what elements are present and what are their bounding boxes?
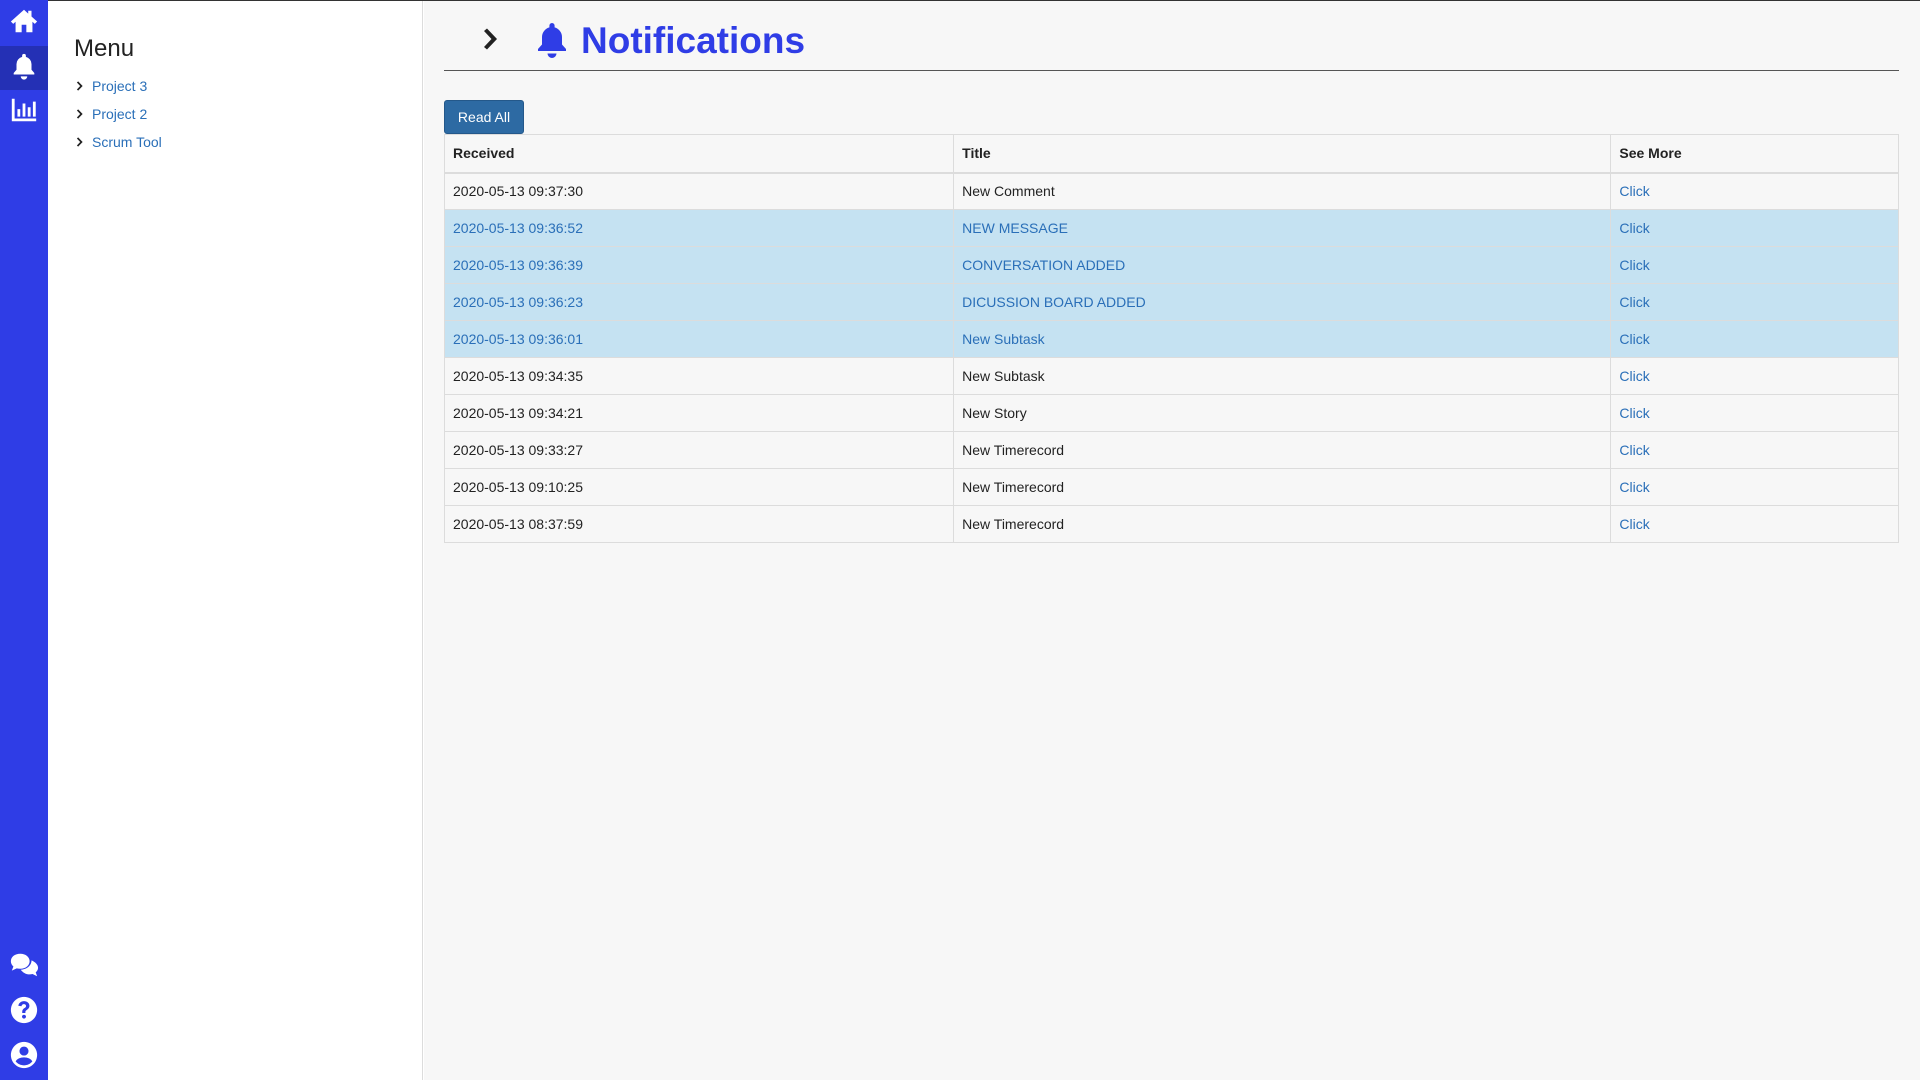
- see-more-link[interactable]: Click: [1610, 431, 1899, 469]
- table-header-row: Received Title See More: [443, 134, 1899, 174]
- help-icon: [9, 995, 39, 1030]
- received-cell: 2020-05-13 09:37:30: [443, 172, 955, 210]
- page-header: Notifications: [444, 1, 1899, 71]
- read-all-button[interactable]: Read All: [444, 100, 524, 134]
- table-row[interactable]: 2020-05-13 09:37:30 New Comment Click: [443, 172, 1899, 210]
- rail-home-button[interactable]: [0, 1, 48, 45]
- main-content: Notifications Read All Received Title Se…: [424, 1, 1920, 1080]
- chat-icon: [9, 950, 39, 985]
- rail-reports-button[interactable]: [0, 90, 48, 134]
- chevron-right-icon: [72, 107, 86, 121]
- bell-icon: [9, 51, 39, 86]
- received-cell: 2020-05-13 09:36:39: [443, 246, 955, 284]
- table-row[interactable]: 2020-05-13 09:36:01 New Subtask Click: [443, 320, 1899, 358]
- title-cell: New Timerecord: [953, 468, 1612, 506]
- received-cell: 2020-05-13 09:34:21: [443, 394, 955, 432]
- menu-item-scrum-tool[interactable]: Scrum Tool: [72, 131, 162, 153]
- table-row[interactable]: 2020-05-13 09:33:27 New Timerecord Click: [443, 431, 1899, 469]
- title-cell: New Story: [953, 394, 1612, 432]
- icon-rail: [0, 0, 48, 1080]
- see-more-link[interactable]: Click: [1610, 505, 1899, 543]
- received-cell: 2020-05-13 08:37:59: [443, 505, 955, 543]
- received-cell: 2020-05-13 09:36:52: [443, 209, 955, 247]
- rail-profile-button[interactable]: [0, 1035, 48, 1079]
- received-cell: 2020-05-13 09:36:01: [443, 320, 955, 358]
- received-cell: 2020-05-13 09:33:27: [443, 431, 955, 469]
- title-cell: New Subtask: [953, 320, 1612, 358]
- title-cell: New Timerecord: [953, 431, 1612, 469]
- received-cell: 2020-05-13 09:10:25: [443, 468, 955, 506]
- menu-item-project-2[interactable]: Project 2: [72, 103, 147, 125]
- table-row[interactable]: 2020-05-13 09:34:35 New Subtask Click: [443, 357, 1899, 395]
- menu-title: Menu: [74, 35, 135, 62]
- title-cell: New Subtask: [953, 357, 1612, 395]
- chart-icon: [9, 95, 39, 130]
- table-row[interactable]: 2020-05-13 09:36:39 CONVERSATION ADDED Cli…: [443, 246, 1899, 284]
- title-cell: DICUSSION BOARD ADDED: [953, 283, 1612, 321]
- see-more-link[interactable]: Click: [1610, 357, 1899, 395]
- table-row[interactable]: 2020-05-13 08:37:59 New Timerecord Click: [443, 505, 1899, 543]
- user-icon: [9, 1040, 39, 1075]
- column-header-title[interactable]: Title: [953, 134, 1612, 174]
- table-row[interactable]: 2020-05-13 09:10:25 New Timerecord Click: [443, 468, 1899, 506]
- see-more-link[interactable]: Click: [1610, 394, 1899, 432]
- see-more-link[interactable]: Click: [1610, 320, 1899, 358]
- table-row[interactable]: 2020-05-13 09:36:52 NEW MESSAGE Click: [443, 209, 1899, 247]
- see-more-link[interactable]: Click: [1610, 246, 1899, 284]
- menu-item-label: Project 2: [92, 106, 148, 122]
- menu-item-label: Scrum Tool: [92, 134, 162, 150]
- rail-chat-button[interactable]: [0, 945, 48, 989]
- column-header-received[interactable]: Received: [443, 134, 955, 174]
- see-more-link[interactable]: Click: [1610, 468, 1899, 506]
- received-cell: 2020-05-13 09:34:35: [443, 357, 955, 395]
- see-more-link[interactable]: Click: [1610, 283, 1899, 321]
- chevron-right-icon: [72, 135, 86, 149]
- column-header-see-more: See More: [1610, 134, 1899, 174]
- title-cell: CONVERSATION ADDED: [953, 246, 1612, 284]
- chevron-right-icon: [484, 28, 497, 50]
- notifications-table: Received Title See More 2020-05-13 09:37…: [443, 134, 1899, 543]
- menu-panel: Menu Project 3 Project 2 Scrum Tool: [48, 1, 423, 1080]
- menu-item-label: Project 3: [92, 78, 148, 94]
- rail-notifications-button[interactable]: [0, 46, 48, 90]
- rail-help-button[interactable]: [0, 990, 48, 1034]
- toggle-menu-button[interactable]: [480, 27, 500, 51]
- see-more-link[interactable]: Click: [1610, 172, 1899, 210]
- title-cell: New Comment: [953, 172, 1612, 210]
- chevron-right-icon: [72, 79, 86, 93]
- bell-icon: [534, 21, 570, 61]
- table-row[interactable]: 2020-05-13 09:34:21 New Story Click: [443, 394, 1899, 432]
- page-title: Notifications: [581, 20, 806, 61]
- home-icon: [9, 6, 39, 41]
- see-more-link[interactable]: Click: [1610, 209, 1899, 247]
- title-cell: NEW MESSAGE: [953, 209, 1612, 247]
- title-cell: New Timerecord: [953, 505, 1612, 543]
- menu-item-project-3[interactable]: Project 3: [72, 75, 147, 97]
- table-row[interactable]: 2020-05-13 09:36:23 DICUSSION BOARD ADDED…: [443, 283, 1899, 321]
- received-cell: 2020-05-13 09:36:23: [443, 283, 955, 321]
